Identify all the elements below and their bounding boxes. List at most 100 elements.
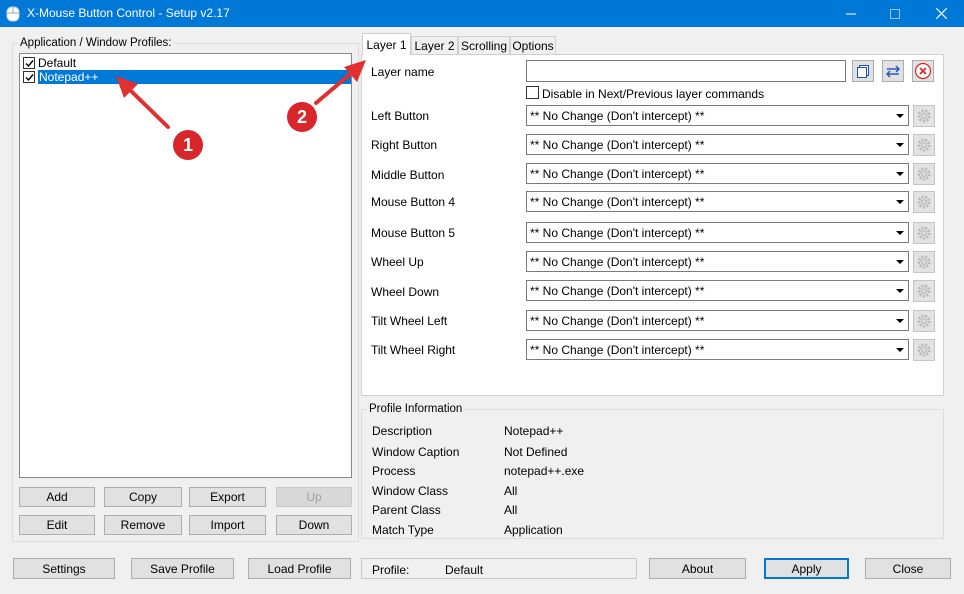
tilt-wheel-right-select[interactable]: ** No Change (Don't intercept) ** <box>526 339 909 360</box>
middle-button-select[interactable]: ** No Change (Don't intercept) ** <box>526 163 909 184</box>
chevron-down-icon <box>896 319 904 323</box>
left-button-label: Left Button <box>371 109 430 123</box>
checkmark-icon <box>25 60 34 68</box>
mouse-icon <box>6 6 20 22</box>
tab-layer-2[interactable]: Layer 2 <box>411 36 458 54</box>
tab-options[interactable]: Options <box>510 36 556 54</box>
profile-item-default[interactable]: Default <box>23 56 76 70</box>
maximize-button[interactable] <box>872 0 918 27</box>
chevron-down-icon <box>896 172 904 176</box>
match-type-value: Application <box>504 523 563 537</box>
close-icon <box>935 8 947 19</box>
profile-checkbox[interactable] <box>23 57 35 69</box>
delete-layer-button[interactable] <box>912 60 934 82</box>
wheel-down-select[interactable]: ** No Change (Don't intercept) ** <box>526 280 909 301</box>
wheel-up-settings-button[interactable] <box>913 251 935 273</box>
profile-status-label: Profile: <box>372 563 410 577</box>
close-window-button[interactable] <box>918 0 964 27</box>
left-button-select[interactable]: ** No Change (Don't intercept) ** <box>526 105 909 126</box>
tilt-wheel-left-settings-button[interactable] <box>913 310 935 332</box>
close-button[interactable]: Close <box>865 558 951 579</box>
chevron-down-icon <box>896 289 904 293</box>
delete-icon <box>914 62 932 80</box>
gear-icon <box>917 195 931 209</box>
layer-name-label: Layer name <box>371 65 435 79</box>
swap-icon <box>886 65 900 78</box>
minimize-button[interactable] <box>828 0 874 27</box>
profile-checkbox[interactable] <box>23 71 35 83</box>
gear-icon <box>917 284 931 298</box>
middle-button-label: Middle Button <box>371 168 445 182</box>
apply-button[interactable]: Apply <box>764 558 849 579</box>
copy-layer-button[interactable] <box>852 60 874 82</box>
right-button-settings-button[interactable] <box>913 134 935 156</box>
gear-icon <box>917 138 931 152</box>
mouse-button-5-select[interactable]: ** No Change (Don't intercept) ** <box>526 222 909 243</box>
tab-scrolling[interactable]: Scrolling <box>458 36 510 54</box>
window-class-value: All <box>504 484 518 498</box>
mouse-button-4-select[interactable]: ** No Change (Don't intercept) ** <box>526 191 909 212</box>
wheel-up-select[interactable]: ** No Change (Don't intercept) ** <box>526 251 909 272</box>
tilt-wheel-left-value: ** No Change (Don't intercept) ** <box>530 313 705 328</box>
gear-icon <box>917 226 931 240</box>
middle-button-settings-button[interactable] <box>913 163 935 185</box>
window-caption-label: Window Caption <box>372 445 460 459</box>
checkmark-icon <box>25 74 34 82</box>
mouse-button-4-label: Mouse Button 4 <box>371 195 456 209</box>
wheel-down-value: ** No Change (Don't intercept) ** <box>530 283 705 298</box>
tilt-wheel-right-settings-button[interactable] <box>913 339 935 361</box>
profile-status-value: Default <box>445 563 484 577</box>
profile-item-notepad[interactable]: Notepad++ <box>23 70 351 84</box>
gear-icon <box>917 109 931 123</box>
mouse-button-4-value: ** No Change (Don't intercept) ** <box>530 194 705 209</box>
right-button-select[interactable]: ** No Change (Don't intercept) ** <box>526 134 909 155</box>
copy-button[interactable]: Copy <box>104 487 182 507</box>
chevron-down-icon <box>896 231 904 235</box>
profile-item-label: Notepad++ <box>38 70 351 84</box>
layer-name-input[interactable] <box>526 60 846 82</box>
window-caption-value: Not Defined <box>504 445 568 459</box>
disable-layer-checkbox[interactable] <box>526 86 539 99</box>
right-button-label: Right Button <box>371 138 438 152</box>
right-button-value: ** No Change (Don't intercept) ** <box>530 137 705 152</box>
remove-button[interactable]: Remove <box>104 515 182 535</box>
window-title: X-Mouse Button Control - Setup v2.17 <box>27 6 230 20</box>
gear-icon <box>917 314 931 328</box>
mouse-button-5-label: Mouse Button 5 <box>371 226 456 240</box>
chevron-down-icon <box>896 260 904 264</box>
tab-layer-1[interactable]: Layer 1 <box>362 33 411 55</box>
middle-button-value: ** No Change (Don't intercept) ** <box>530 166 705 181</box>
settings-button[interactable]: Settings <box>13 558 115 579</box>
left-button-settings-button[interactable] <box>913 105 935 127</box>
chevron-down-icon <box>896 114 904 118</box>
wheel-down-label: Wheel Down <box>371 285 440 299</box>
mouse-button-4-settings-button[interactable] <box>913 191 935 213</box>
current-profile-status: Profile: Default <box>361 558 637 579</box>
gear-icon <box>917 255 931 269</box>
left-button-value: ** No Change (Don't intercept) ** <box>530 108 705 123</box>
up-button[interactable]: Up <box>276 487 352 507</box>
minimize-icon <box>846 13 856 14</box>
tilt-wheel-left-select[interactable]: ** No Change (Don't intercept) ** <box>526 310 909 331</box>
about-button[interactable]: About <box>649 558 746 579</box>
wheel-down-settings-button[interactable] <box>913 280 935 302</box>
import-button[interactable]: Import <box>189 515 266 535</box>
profile-info-group <box>361 409 944 539</box>
gear-icon <box>917 167 931 181</box>
description-label: Description <box>372 424 433 438</box>
edit-button[interactable]: Edit <box>19 515 95 535</box>
callout-1: 1 <box>173 130 203 160</box>
add-button[interactable]: Add <box>19 487 95 507</box>
load-profile-button[interactable]: Load Profile <box>248 558 351 579</box>
export-button[interactable]: Export <box>189 487 266 507</box>
down-button[interactable]: Down <box>276 515 352 535</box>
copy-icon <box>857 65 869 78</box>
wheel-up-value: ** No Change (Don't intercept) ** <box>530 254 705 269</box>
disable-layer-label: Disable in Next/Previous layer commands <box>542 87 765 101</box>
save-profile-button[interactable]: Save Profile <box>131 558 234 579</box>
profile-info-title: Profile Information <box>367 403 465 415</box>
mouse-button-5-settings-button[interactable] <box>913 222 935 244</box>
window-class-label: Window Class <box>372 484 449 498</box>
mouse-button-5-value: ** No Change (Don't intercept) ** <box>530 225 705 240</box>
swap-layer-button[interactable] <box>882 60 904 82</box>
